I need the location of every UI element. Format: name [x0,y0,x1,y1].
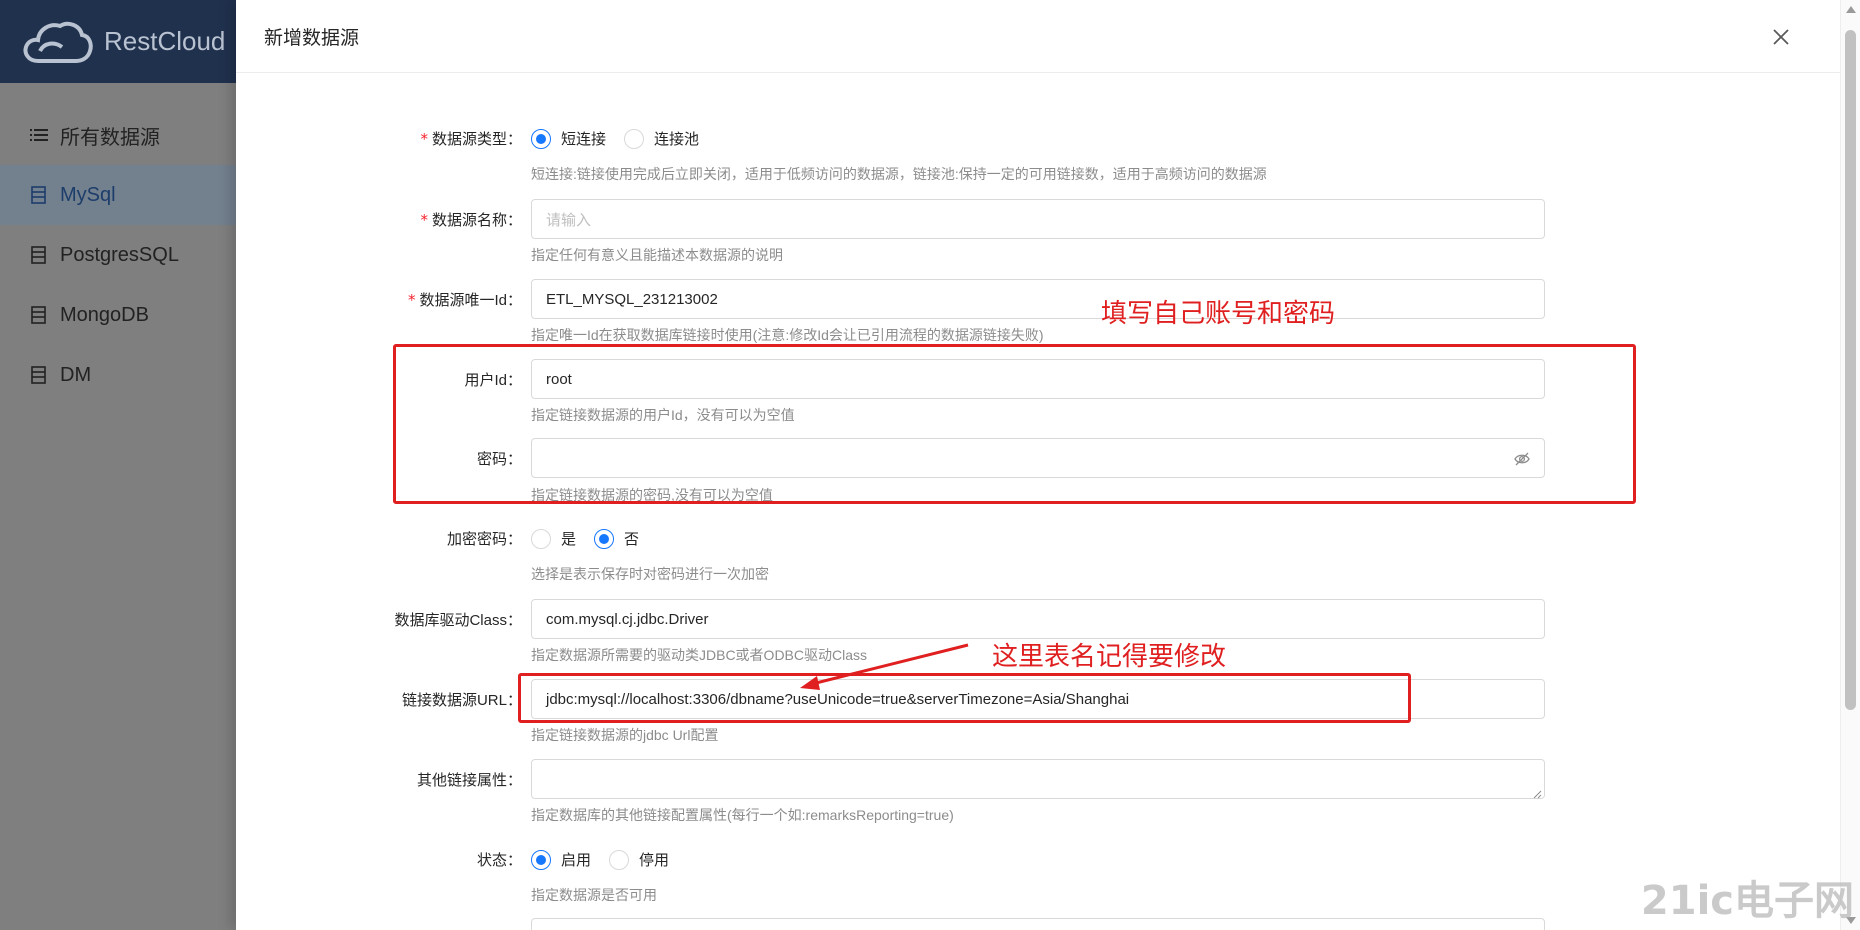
sidebar-menu: 所有数据源 MySql PostgresSQL MongoDB DM [0,105,236,405]
sidebar-item-label: MySql [60,183,116,206]
name-help: 指定任何有意义且能描述本数据源的说明 [531,247,783,263]
uid-input[interactable]: ETL_MYSQL_231213002 [531,279,1545,319]
url-label: 链接数据源URL： [401,692,522,709]
props-label: 其他链接属性： [416,772,522,789]
logo[interactable]: RestCloud [0,0,236,83]
props-textarea[interactable] [531,759,1545,799]
radio-connection-pool[interactable]: 连接池 [624,128,699,149]
resize-handle-icon[interactable] [1532,786,1542,799]
radio-status-enabled[interactable]: 启用 [531,849,591,870]
radio-encrypt-no[interactable]: 否 [594,528,639,549]
scrollbar-thumb[interactable] [1845,30,1856,710]
cloud-logo-icon [23,21,93,63]
status-help: 指定数据源是否可用 [531,887,657,903]
app-name: RestCloud [104,26,226,56]
account-annotation: 填写自己账号和密码 [1101,298,1336,328]
encrypt-radio-group: 是 否 [531,528,657,549]
url-annotation: 这里表名记得要修改 [992,641,1227,671]
database-icon [30,246,48,264]
status-radio-group: 启用 停用 [531,849,687,870]
database-icon [30,186,48,204]
drawer-title: 新增数据源 [264,27,360,49]
encrypt-label: 加密密码： [446,531,522,548]
scroll-up-icon[interactable] [1846,6,1856,13]
drawer-header: 新增数据源 [236,0,1840,73]
driver-help: 指定数据源所需要的驱动类JDBC或者ODBC驱动Class [531,647,868,663]
type-label: * 数据源类型： [420,130,522,148]
uid-label: * 数据源唯一Id： [407,291,522,309]
sidebar-item-label: PostgresSQL [60,243,179,266]
encrypt-help: 选择是表示保存时对密码进行一次加密 [531,566,769,582]
type-radio-group: 短连接 连接池 [531,128,717,149]
next-field-input[interactable] [531,918,1545,930]
radio-encrypt-yes[interactable]: 是 [531,528,576,549]
watermark: 21ic电子网 [1640,878,1854,924]
radio-status-disabled[interactable]: 停用 [609,849,669,870]
name-input[interactable]: 请输入 [531,199,1545,239]
sidebar-item-postgres[interactable]: PostgresSQL [0,225,236,285]
driver-label: 数据库驱动Class： [394,612,522,629]
url-highlight-box [518,673,1411,723]
driver-input[interactable]: com.mysql.cj.jdbc.Driver [531,599,1545,639]
account-highlight-box [393,344,1636,504]
type-help: 短连接:链接使用完成后立即关闭，适用于低频访问的数据源，链接池:保持一定的可用链… [531,166,1267,182]
name-label: * 数据源名称： [420,211,522,229]
vertical-scrollbar[interactable] [1840,0,1860,930]
close-icon[interactable] [1772,28,1790,46]
uid-help: 指定唯一Id在获取数据库链接时使用(注意:修改Id会让已引用流程的数据源链接失败… [531,327,1044,343]
radio-short-connection[interactable]: 短连接 [531,128,606,149]
props-help: 指定数据库的其他链接配置属性(每行一个如:remarksReporting=tr… [531,807,954,823]
url-help: 指定链接数据源的jdbc Url配置 [531,727,719,743]
status-label: 状态： [476,852,522,869]
